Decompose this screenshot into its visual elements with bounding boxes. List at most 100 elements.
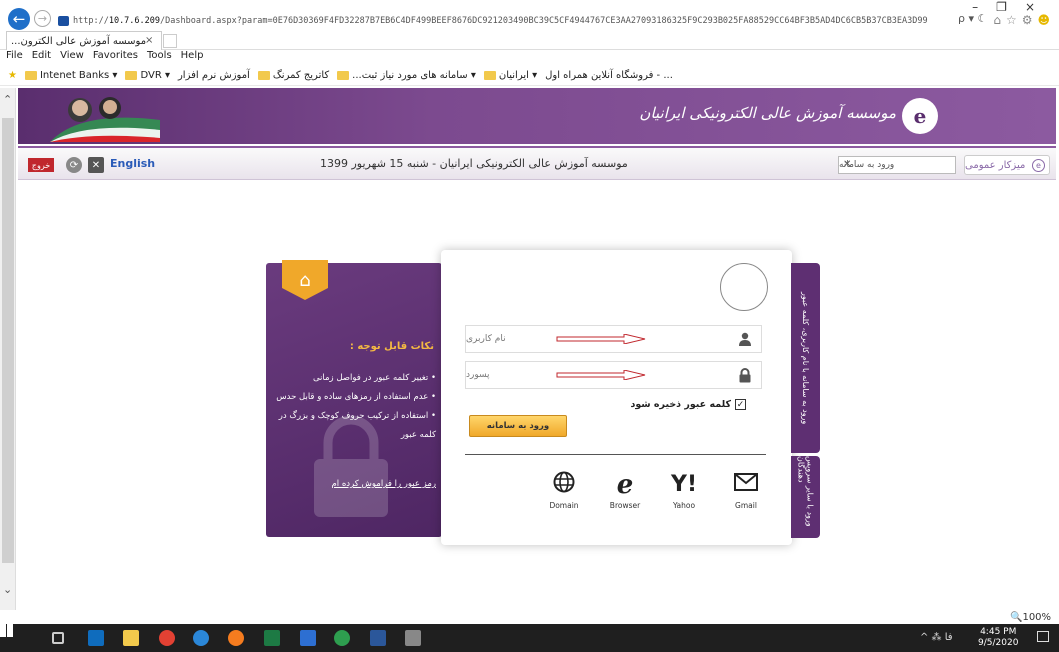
settings-gear-icon[interactable]: ⚙ — [1022, 13, 1038, 27]
folder-icon — [337, 70, 350, 80]
word-icon[interactable] — [370, 630, 386, 646]
gmail-login-button[interactable]: Gmail — [721, 471, 771, 510]
forward-button[interactable]: → — [34, 10, 51, 27]
clear-icon[interactable]: ✕ — [843, 159, 851, 170]
scroll-thumb[interactable] — [2, 118, 14, 563]
windows-taskbar: ^ ⁂ فا 4:45 PM 9/5/2020 — [0, 624, 1059, 652]
browser-login-button[interactable]: e Browser — [600, 471, 650, 510]
info-bar: خروج ⟳ ✕ English موسسه آموزش عالی الکترو… — [18, 146, 1056, 180]
favorites-star-icon[interactable]: ☆ — [1006, 13, 1022, 27]
system-tray[interactable]: ^ ⁂ فا — [920, 632, 953, 643]
close-icon[interactable]: ✕ — [88, 157, 104, 173]
envelope-icon — [721, 471, 771, 499]
url-rest: /Dashboard.aspx?param=0E76D30369F4FD3228… — [160, 16, 928, 26]
url-field[interactable]: http://10.7.6.209/Dashboard.aspx?param=0… — [58, 12, 928, 30]
wrench-app-icon[interactable] — [300, 630, 316, 646]
tool-app-icon[interactable] — [405, 630, 421, 646]
scroll-up-icon[interactable]: ⌃ — [3, 93, 12, 106]
folder-icon — [125, 70, 138, 80]
window-controls[interactable]: –❐× — [972, 0, 1053, 14]
avatar — [720, 263, 768, 311]
favorite-item[interactable]: ...سامانه های مورد نیاز ثبت ▾ — [337, 70, 476, 81]
login-button[interactable]: ورود به سامانه — [469, 415, 567, 437]
browser-tab[interactable]: موسسه آموزش عالی الکترون... × — [6, 31, 162, 50]
notes-title: نکات قابل توجه : — [349, 341, 434, 352]
close-window-icon[interactable]: × — [1025, 0, 1053, 14]
favorites-bar: ★ Intenet Banks ▾ DVR ▾ آموزش نرم افزار … — [0, 66, 1059, 86]
remember-label: کلمه عبور ذخیره شود — [630, 399, 731, 410]
tab-other-services-login[interactable]: ورود با سایر سرویس دهندگان — [791, 456, 820, 538]
browser-toolbar-icons[interactable]: ⌂☆⚙☻ — [993, 13, 1055, 27]
site-favicon-icon — [58, 16, 69, 26]
url-prefix: http:// — [73, 16, 109, 26]
favorite-item[interactable]: Intenet Banks ▾ — [24, 70, 117, 81]
tab-title: موسسه آموزش عالی الکترون... — [11, 35, 147, 47]
remember-checkbox[interactable]: ✓ — [735, 399, 746, 410]
favorite-item[interactable]: DVR ▾ — [125, 70, 170, 81]
favorite-item[interactable]: آموزش نرم افزار — [178, 70, 250, 81]
logout-button[interactable]: خروج — [28, 158, 54, 172]
institute-name: موسسه آموزش عالی الکترونیکی ایرانیان — [639, 104, 896, 122]
forgot-password-link[interactable]: رمز عبور را فراموش کرده ام — [332, 479, 437, 489]
excel-icon[interactable] — [264, 630, 280, 646]
chrome-icon[interactable] — [159, 630, 175, 646]
username-placeholder: نام کاربری — [466, 334, 506, 344]
favorite-item[interactable]: فروشگاه آنلاین همراه اول - ... — [545, 70, 673, 81]
notes-panel: نکات قابل توجه : تغییر کلمه عبور در فواص… — [266, 263, 442, 537]
yahoo-login-button[interactable]: Y! Yahoo — [659, 471, 709, 510]
tab-username-login[interactable]: ورود به سامانه با نام کاربری، کلمه عبور — [791, 263, 820, 453]
public-desk-button[interactable]: میزکار عمومی e — [964, 155, 1050, 175]
back-button[interactable]: ← — [8, 8, 30, 30]
internet-explorer-taskbar-icon[interactable] — [193, 630, 209, 646]
folder-icon — [483, 70, 496, 80]
url-host: 10.7.6.209 — [108, 16, 161, 26]
file-explorer-icon[interactable] — [123, 630, 139, 646]
menu-help[interactable]: Help — [181, 50, 204, 66]
menu-tools[interactable]: Tools — [147, 50, 172, 66]
menu-edit[interactable]: Edit — [32, 50, 51, 66]
windows-start-icon[interactable] — [0, 624, 13, 637]
password-input[interactable]: پسورد — [465, 361, 762, 389]
institute-date-title: موسسه آموزش عالی الکترونیکی ایرانیان - ش… — [320, 157, 628, 170]
home-icon[interactable]: ⌂ — [993, 13, 1006, 27]
scroll-down-icon[interactable]: ⌄ — [3, 583, 12, 596]
favorite-item[interactable]: ایرانیان ▾ — [483, 70, 537, 81]
english-language-link[interactable]: English — [110, 157, 155, 170]
outlook-icon[interactable] — [88, 630, 104, 646]
menu-file[interactable]: File — [6, 50, 23, 66]
refresh-icon[interactable]: ⟳ — [66, 157, 82, 173]
domain-login-button[interactable]: Domain — [539, 471, 589, 510]
username-input[interactable]: نام کاربری — [465, 325, 762, 353]
favorite-item[interactable]: کاتریج کمرنگ — [257, 70, 329, 81]
task-view-icon[interactable] — [52, 632, 64, 644]
notification-icon[interactable] — [1037, 631, 1049, 642]
yahoo-icon: Y! — [671, 472, 697, 497]
minimize-icon[interactable]: – — [972, 0, 996, 14]
vertical-scrollbar[interactable]: ⌃ ⌄ — [0, 88, 16, 610]
leaders-portrait-image — [50, 97, 160, 142]
smiley-icon[interactable]: ☻ — [1037, 13, 1055, 27]
folder-icon — [257, 70, 270, 80]
folder-icon — [24, 70, 37, 80]
lock-icon — [737, 367, 753, 383]
chat-app-icon[interactable] — [334, 630, 350, 646]
taskbar-clock[interactable]: 4:45 PM 9/5/2020 — [978, 627, 1018, 649]
restore-icon[interactable]: ❐ — [996, 0, 1025, 14]
divider — [465, 454, 766, 455]
red-arrow-annotation — [556, 370, 646, 380]
tab-close-icon[interactable]: × — [145, 35, 153, 46]
address-bar-row: ← → http://10.7.6.209/Dashboard.aspx?par… — [0, 0, 1059, 30]
user-icon — [737, 331, 753, 347]
quick-search-input[interactable]: ✕ ورود به سامانه — [838, 156, 956, 174]
forward-arrow-icon: → — [37, 12, 48, 25]
menu-bar: File Edit View Favorites Tools Help — [0, 50, 203, 66]
institute-logo-icon: e — [902, 98, 938, 134]
menu-view[interactable]: View — [60, 50, 84, 66]
new-tab-button[interactable] — [163, 34, 177, 48]
menu-favorites[interactable]: Favorites — [93, 50, 138, 66]
remember-password-option[interactable]: ✓ کلمه عبور ذخیره شود — [630, 399, 746, 410]
globe-icon — [539, 471, 589, 499]
firefox-icon[interactable] — [228, 630, 244, 646]
site-header-banner: موسسه آموزش عالی الکترونیکی ایرانیان e — [18, 88, 1056, 144]
favorites-star-icon[interactable]: ★ — [8, 70, 17, 81]
